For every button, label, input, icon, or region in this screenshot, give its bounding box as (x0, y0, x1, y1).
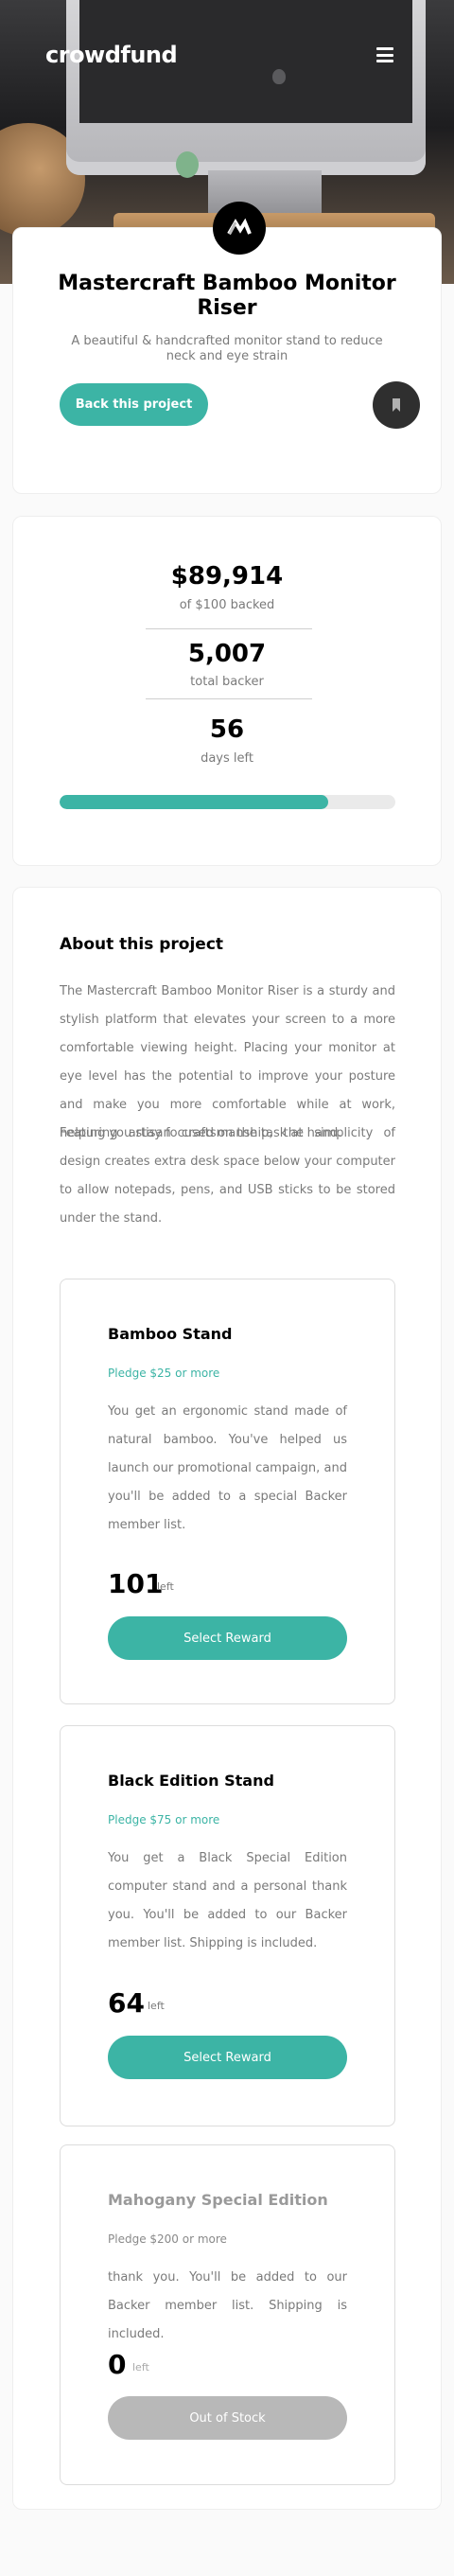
about-card: About this project The Mastercraft Bambo… (12, 887, 442, 2510)
stats-divider (146, 628, 312, 629)
pledge-left-word: left (132, 2361, 149, 2373)
pledge-left-word: left (148, 2000, 165, 2012)
hero-figurine (176, 151, 199, 178)
pledge-amount: Pledge $200 or more (108, 2232, 227, 2246)
pledge-card-bamboo: Bamboo Stand Pledge $25 or more You get … (60, 1279, 395, 1704)
out-of-stock-button: Out of Stock (108, 2396, 347, 2440)
backed-amount: $89,914 (170, 562, 284, 591)
bookmark-icon (393, 398, 400, 412)
pledge-amount: Pledge $75 or more (108, 1813, 220, 1826)
hamburger-icon[interactable] (376, 47, 393, 62)
pledge-card-mahogany: Mahogany Special Edition Pledge $200 or … (60, 2144, 395, 2485)
apple-logo-icon (272, 69, 286, 84)
progress-bar (60, 795, 395, 809)
pledge-name: Mahogany Special Edition (108, 2191, 328, 2209)
pledge-description: You get an ergonomic stand made of natur… (108, 1404, 347, 1532)
pledge-card-black: Black Edition Stand Pledge $75 or more Y… (60, 1725, 395, 2126)
pledge-left-word: left (157, 1580, 174, 1593)
select-reward-button[interactable]: Select Reward (108, 2036, 347, 2079)
pledge-name: Bamboo Stand (108, 1325, 233, 1343)
project-header-card: Mastercraft Bamboo Monitor Riser A beaut… (12, 202, 442, 494)
about-paragraph: Featuring artisan craftsmanship, the sim… (60, 1126, 395, 1226)
bookmark-button[interactable] (373, 381, 420, 429)
pledge-left-count: 101 (108, 1568, 164, 1599)
pledge-name: Black Edition Stand (108, 1772, 274, 1790)
backers-label: total backer (190, 675, 264, 689)
progress-bar-fill (60, 795, 328, 809)
pledge-left-count: 64 (108, 1987, 145, 2019)
backed-label: of $100 backed (179, 598, 275, 612)
stats-divider (146, 698, 312, 699)
stats-card: $89,914 of $100 backed 5,007 total backe… (12, 516, 442, 866)
days-count: 56 (209, 715, 245, 744)
pledge-left-count: 0 (108, 2349, 127, 2380)
back-project-button[interactable]: Back this project (60, 383, 208, 426)
project-subtitle: A beautiful & handcrafted monitor stand … (71, 334, 383, 363)
pledge-description: You get a Black Special Edition computer… (108, 1851, 347, 1950)
brand-logo[interactable]: crowdfund (45, 42, 178, 68)
project-title: Mastercraft Bamboo Monitor Riser (58, 272, 396, 320)
select-reward-button[interactable]: Select Reward (108, 1616, 347, 1660)
days-label: days left (201, 751, 253, 766)
pledge-description: thank you. You'll be added to our Backer… (108, 2270, 347, 2341)
hero-monitor (66, 0, 426, 175)
backers-count: 5,007 (187, 640, 267, 668)
mastercraft-logo-icon (213, 202, 266, 255)
pledge-amount: Pledge $25 or more (108, 1367, 220, 1380)
about-heading: About this project (60, 935, 224, 954)
